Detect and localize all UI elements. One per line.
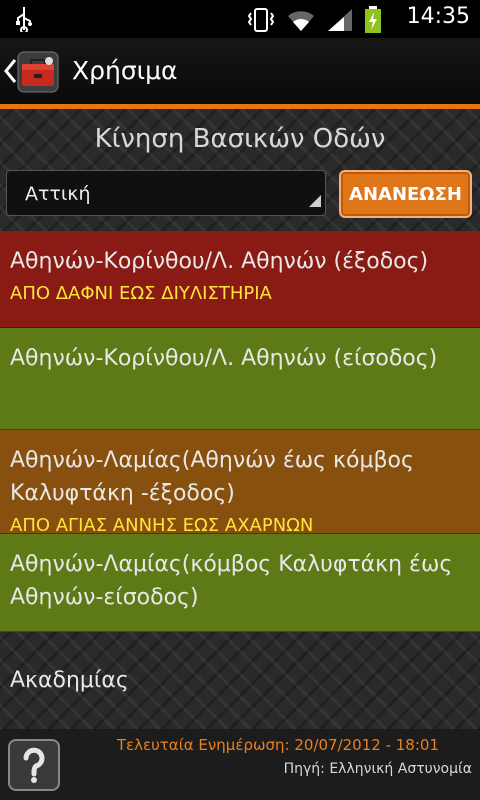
region-select-value: Αττική bbox=[25, 183, 91, 205]
signal-icon bbox=[326, 7, 354, 37]
refresh-button[interactable]: ΑΝΑΝΕΩΣΗ bbox=[339, 170, 472, 218]
road-name: Ακαδημίας bbox=[10, 668, 129, 693]
status-bar: 14:35 bbox=[0, 0, 480, 38]
wifi-icon bbox=[286, 7, 316, 37]
section-title: Κίνηση Βασικών Οδών bbox=[94, 124, 386, 154]
road-item-athinon-korinthou-exodos[interactable]: Αθηνών-Κορίνθου/Λ. Αθηνών (έξοδος) ΑΠΟ Δ… bbox=[0, 231, 480, 328]
road-status: ΑΠΟ ΔΑΦΝΙ ΕΩΣ ΔΙΥΛΙΣΤΗΡΙΑ bbox=[10, 283, 272, 304]
page-title: Χρήσιμα bbox=[72, 56, 178, 85]
road-name: Αθηνών-Κορίνθου/Λ. Αθηνών (έξοδος) bbox=[10, 249, 429, 274]
road-item-akadimias[interactable]: Ακαδημίας bbox=[0, 632, 480, 730]
battery-charging-icon bbox=[364, 6, 382, 38]
road-item-athinon-lamias-eisodos[interactable]: Αθηνών-Λαμίας(κόμβος Καλυφτάκη έως Αθηνώ… bbox=[0, 534, 480, 632]
road-item-athinon-korinthou-eisodos[interactable]: Αθηνών-Κορίνθου/Λ. Αθηνών (είσοδος) bbox=[0, 328, 480, 430]
road-item-athinon-lamias-exodos[interactable]: Αθηνών-Λαμίας(Αθηνών έως κόμβος Καλυφτάκ… bbox=[0, 430, 480, 536]
dropdown-corner-icon bbox=[309, 192, 321, 211]
question-mark-icon bbox=[10, 747, 58, 793]
road-name: Αθηνών-Λαμίας(Αθηνών έως κόμβος Καλυφτάκ… bbox=[10, 448, 414, 506]
source-text: Πηγή: Ελληνική Αστυνομία bbox=[283, 761, 472, 777]
clock: 14:35 bbox=[406, 4, 470, 29]
vibrate-icon bbox=[246, 7, 276, 37]
region-select[interactable]: Αττική bbox=[6, 170, 326, 216]
chevron-left-icon bbox=[3, 58, 17, 88]
usb-icon bbox=[14, 6, 34, 36]
toolbox-icon bbox=[16, 50, 60, 94]
last-update-text: Τελευταία Ενημέρωση: 20/07/2012 - 18:01 bbox=[116, 736, 439, 754]
action-bar: Χρήσιμα bbox=[0, 38, 480, 104]
back-button[interactable] bbox=[0, 38, 70, 104]
help-button[interactable] bbox=[8, 739, 60, 791]
road-name: Αθηνών-Κορίνθου/Λ. Αθηνών (είσοδος) bbox=[10, 346, 438, 371]
road-name: Αθηνών-Λαμίας(κόμβος Καλυφτάκη έως Αθηνώ… bbox=[10, 552, 453, 610]
